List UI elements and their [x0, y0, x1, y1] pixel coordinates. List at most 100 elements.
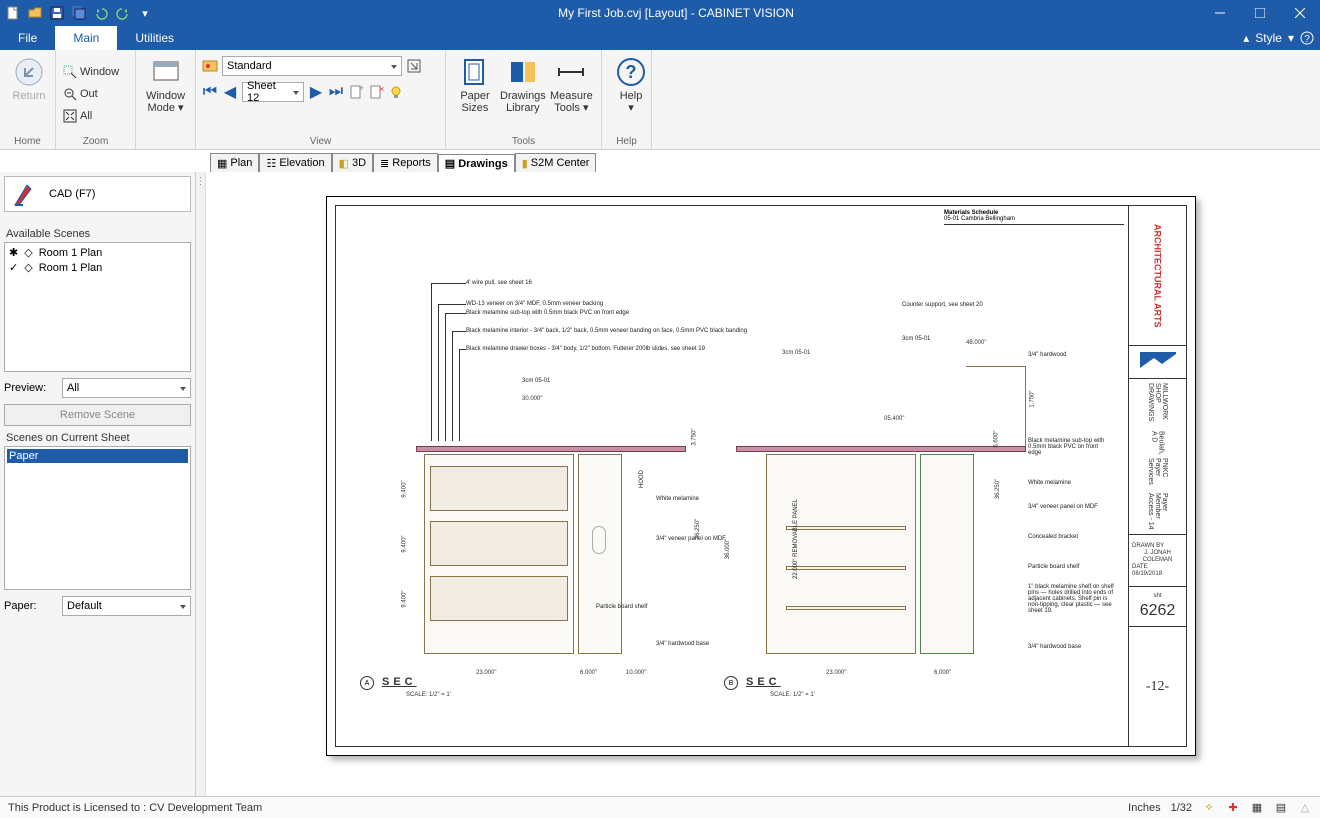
- tab-main[interactable]: Main: [55, 26, 117, 50]
- callout: WD-13 veneer on 3/4" MDF, 0.5mm veneer b…: [466, 301, 603, 307]
- available-scenes-list[interactable]: ✱◇Room 1 Plan ✓◇Room 1 Plan: [4, 242, 191, 372]
- viewtab-s2m[interactable]: ▮S2M Center: [515, 153, 597, 172]
- measure-tools-button[interactable]: MeasureTools ▾: [548, 52, 595, 118]
- paper-sheet: Materials Schedule 05-01 Cambria Belling…: [326, 196, 1196, 756]
- current-sheet-list[interactable]: Paper: [4, 446, 191, 590]
- style-label[interactable]: Style: [1255, 31, 1282, 45]
- scale-label[interactable]: 1/32: [1171, 802, 1192, 814]
- plan-icon: ▦: [217, 157, 227, 170]
- ribbon-collapse-icon[interactable]: ▴: [1243, 31, 1249, 45]
- svg-text:?: ?: [626, 62, 637, 82]
- group-label-tools: Tools: [452, 136, 595, 149]
- zoom-window-button[interactable]: Window: [62, 62, 119, 82]
- section-b: Counter support, see sheet 20 3cm 05-01 …: [726, 366, 1046, 676]
- section-marker: B: [724, 676, 738, 690]
- current-sheet-label: Scenes on Current Sheet: [6, 432, 189, 444]
- group-label-zoom: Zoom: [62, 136, 129, 149]
- paper-dropdown[interactable]: Default: [62, 596, 191, 616]
- group-label-home: Home: [6, 136, 49, 149]
- drawing-canvas[interactable]: Materials Schedule 05-01 Cambria Belling…: [206, 172, 1320, 796]
- remove-scene-button[interactable]: Remove Scene: [4, 404, 191, 426]
- diamond-icon: ◇: [24, 246, 32, 259]
- cube-icon: ◧: [339, 157, 349, 170]
- return-button[interactable]: Return: [6, 52, 52, 106]
- qat-dropdown-icon[interactable]: ▾: [138, 6, 152, 20]
- viewtab-plan[interactable]: ▦Plan: [210, 153, 259, 172]
- callout: Black melamine sub-top with 0.5mm black …: [466, 310, 629, 316]
- viewtab-elevation[interactable]: ☷Elevation: [259, 153, 331, 172]
- diamond-icon: ◇: [24, 261, 32, 274]
- cad-button[interactable]: CAD (F7): [4, 176, 191, 212]
- view-style-icon[interactable]: [202, 58, 218, 74]
- first-sheet-icon[interactable]: ⏮: [202, 84, 218, 100]
- available-scenes-label: Available Scenes: [6, 228, 189, 240]
- style-dropdown-icon[interactable]: ▾: [1288, 31, 1294, 45]
- viewtab-reports[interactable]: ≣Reports: [373, 153, 438, 172]
- grid-icon[interactable]: ▦: [1250, 801, 1264, 815]
- ortho-icon[interactable]: △: [1298, 801, 1312, 815]
- s2m-icon: ▮: [522, 157, 528, 170]
- maximize-button[interactable]: [1240, 0, 1280, 26]
- section-label: SEC: [382, 676, 417, 688]
- zoom-all-icon: [62, 108, 78, 124]
- main-area: CAD (F7) Available Scenes ✱◇Room 1 Plan …: [0, 172, 1320, 796]
- view-tabs-row: ▦Plan ☷Elevation ◧3D ≣Reports ▤Drawings …: [0, 150, 1320, 172]
- new-sheet-icon[interactable]: +: [348, 84, 364, 100]
- preview-label: Preview:: [4, 382, 56, 394]
- save-icon[interactable]: [50, 6, 64, 20]
- drawings-library-button[interactable]: DrawingsLibrary: [498, 52, 548, 118]
- tab-file[interactable]: File: [0, 26, 55, 50]
- reports-icon: ≣: [380, 157, 389, 170]
- preview-dropdown[interactable]: All: [62, 378, 191, 398]
- viewtab-3d[interactable]: ◧3D: [332, 153, 373, 172]
- help-button[interactable]: ? Help▾: [608, 52, 654, 118]
- viewtab-drawings[interactable]: ▤Drawings: [438, 154, 515, 173]
- quick-access-toolbar: ▾: [0, 6, 152, 20]
- scene-item[interactable]: ✱◇Room 1 Plan: [7, 245, 188, 260]
- undo-icon[interactable]: [94, 6, 108, 20]
- cad-icon: [13, 181, 39, 207]
- prev-sheet-icon[interactable]: ◀: [222, 84, 238, 100]
- section-marker: A: [360, 676, 374, 690]
- zoom-out-button[interactable]: Out: [62, 84, 98, 104]
- save-all-icon[interactable]: [72, 6, 86, 20]
- crosshair-icon[interactable]: ✚: [1226, 801, 1240, 815]
- logo-icon: [1138, 350, 1178, 374]
- new-icon[interactable]: [6, 6, 20, 20]
- open-icon[interactable]: [28, 6, 42, 20]
- paper-sizes-button[interactable]: PaperSizes: [452, 52, 498, 118]
- svg-text:×: ×: [379, 84, 384, 94]
- callout: 3cm 05-01: [522, 378, 550, 384]
- sidebar: CAD (F7) Available Scenes ✱◇Room 1 Plan …: [0, 172, 196, 796]
- status-bar: This Product is Licensed to : CV Develop…: [0, 796, 1320, 818]
- last-sheet-icon[interactable]: ⏭: [328, 84, 344, 100]
- view-style-dropdown[interactable]: Standard: [222, 56, 402, 76]
- svg-text:?: ?: [1304, 34, 1310, 45]
- zoom-all-button[interactable]: All: [62, 106, 92, 126]
- paper-label: Paper:: [4, 600, 56, 612]
- tab-utilities[interactable]: Utilities: [117, 26, 192, 50]
- current-item[interactable]: Paper: [7, 449, 188, 463]
- window-title: My First Job.cvj [Layout] - CABINET VISI…: [152, 6, 1200, 20]
- license-text: This Product is Licensed to : CV Develop…: [8, 802, 262, 814]
- group-label-view: View: [202, 136, 439, 149]
- close-button[interactable]: [1280, 0, 1320, 26]
- sheet-dropdown[interactable]: Sheet 12: [242, 82, 304, 102]
- help-icon[interactable]: ?: [1300, 31, 1314, 45]
- sidebar-splitter[interactable]: ⋮: [196, 172, 206, 796]
- grid2-icon[interactable]: ▤: [1274, 801, 1288, 815]
- units-label[interactable]: Inches: [1128, 802, 1160, 814]
- snap-icon[interactable]: ⟡: [1202, 801, 1216, 815]
- delete-sheet-icon[interactable]: ×: [368, 84, 384, 100]
- scene-item[interactable]: ✓◇Room 1 Plan: [7, 260, 188, 275]
- next-sheet-icon[interactable]: ▶: [308, 84, 324, 100]
- expand-view-icon[interactable]: [406, 58, 422, 74]
- bulb-icon[interactable]: [388, 84, 404, 100]
- section-label: SEC: [746, 676, 781, 688]
- drawings-icon: ▤: [445, 157, 455, 170]
- title-block: ARCHITECTURAL ARTS MILLWORK SHOP DRAWING…: [1128, 206, 1186, 746]
- window-mode-button[interactable]: WindowMode ▾: [142, 52, 189, 118]
- redo-icon[interactable]: [116, 6, 130, 20]
- drawings-library-icon: [507, 56, 539, 88]
- minimize-button[interactable]: [1200, 0, 1240, 26]
